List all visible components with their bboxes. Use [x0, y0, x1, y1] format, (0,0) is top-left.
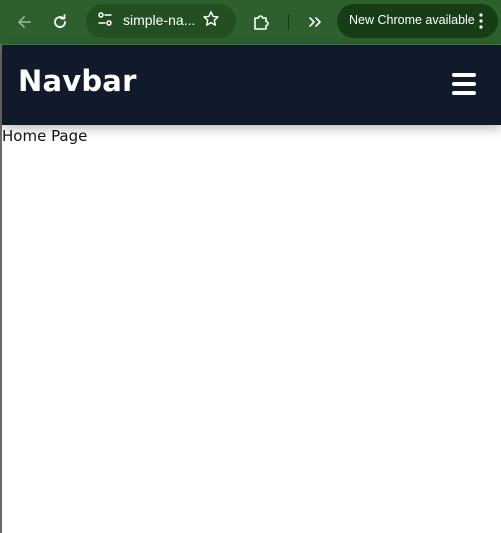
- home-page-text: Home Page: [2, 127, 88, 145]
- hamburger-icon[interactable]: [452, 73, 476, 95]
- tune-icon: [96, 10, 114, 32]
- back-button[interactable]: [10, 8, 38, 36]
- reload-icon: [52, 14, 68, 30]
- overflow-button[interactable]: [301, 8, 329, 36]
- toolbar-divider: [288, 14, 289, 30]
- browser-toolbar: simple-na... New Chrome available: [0, 0, 501, 44]
- url-text[interactable]: simple-na...: [123, 12, 195, 28]
- extensions-button[interactable]: [247, 8, 275, 36]
- address-bar[interactable]: simple-na...: [86, 4, 236, 38]
- site-navbar: Navbar: [2, 45, 501, 125]
- puzzle-icon: [252, 13, 270, 31]
- site-info-button[interactable]: [93, 9, 117, 33]
- brand-logo-text[interactable]: Navbar: [18, 64, 137, 98]
- new-chrome-label: New Chrome available: [349, 13, 475, 27]
- bookmark-button[interactable]: [200, 10, 222, 32]
- back-arrow-icon: [16, 14, 32, 30]
- reload-button[interactable]: [46, 8, 74, 36]
- vertical-dots-icon[interactable]: [473, 11, 489, 31]
- new-chrome-available-button[interactable]: New Chrome available: [337, 4, 498, 38]
- chevron-double-right-icon: [307, 14, 323, 30]
- star-icon: [202, 10, 220, 32]
